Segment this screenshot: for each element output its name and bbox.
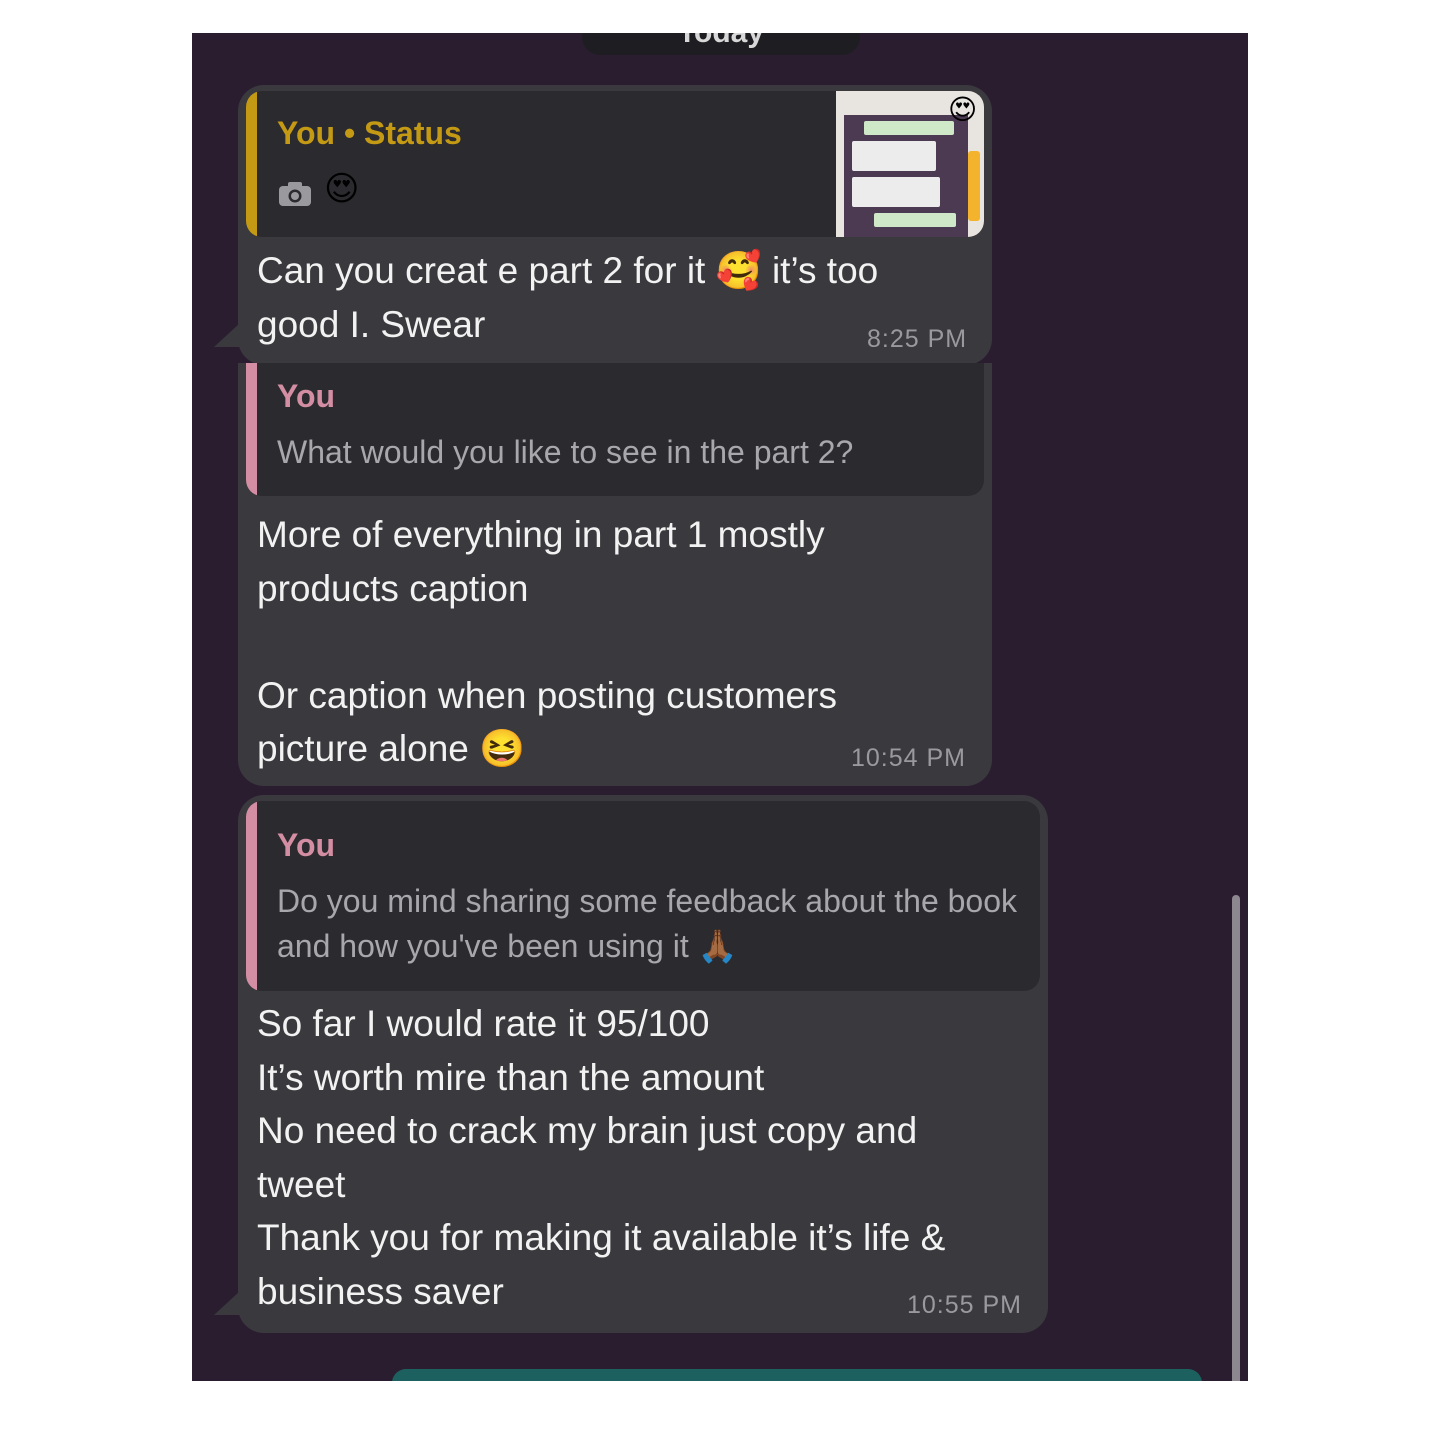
- quote-author: You: [277, 827, 336, 863]
- message-line: More of everything in part 1 mostly: [257, 514, 825, 555]
- message-line: Or caption when posting customers: [257, 675, 837, 716]
- quote-accent-bar: [246, 91, 257, 237]
- chat-view[interactable]: Today You • Status 😍: [192, 33, 1248, 1381]
- message-bubble[interactable]: You Do you mind sharing some feedback ab…: [238, 795, 1048, 1333]
- quoted-message[interactable]: You Do you mind sharing some feedback ab…: [246, 801, 1040, 991]
- quote-author: You: [277, 378, 336, 414]
- quote-author: You • Status: [277, 115, 462, 151]
- bubble-tail: [214, 1291, 240, 1315]
- thumbnail-screen: [844, 115, 968, 237]
- date-separator: Today: [582, 33, 860, 55]
- message-line: products caption: [257, 568, 529, 609]
- message-time: 8:25 PM: [867, 325, 968, 353]
- message-line: No need to crack my brain just copy and: [257, 1110, 918, 1151]
- bubble-tail: [214, 323, 240, 347]
- quote-accent-bar: [246, 801, 257, 991]
- quoted-status[interactable]: You • Status 😍 😍: [246, 91, 984, 237]
- next-message-bubble[interactable]: [392, 1369, 1202, 1381]
- message-line: tweet: [257, 1164, 346, 1205]
- message-line: picture alone 😆: [257, 728, 526, 769]
- message-line: So far I would rate it 95/100: [257, 1003, 710, 1044]
- camera-icon: [278, 181, 312, 207]
- quote-text: Do you mind sharing some feedback about …: [277, 883, 1018, 964]
- message-time: 10:55 PM: [907, 1291, 1023, 1319]
- thumbnail-emoji: 😍: [948, 93, 978, 126]
- message-line: Thank you for making it available it’s l…: [257, 1217, 946, 1258]
- message-time: 10:54 PM: [851, 744, 967, 772]
- message-line: It’s worth mire than the amount: [257, 1057, 765, 1098]
- message-bubble[interactable]: You What would you like to see in the pa…: [238, 363, 992, 786]
- heart-eyes-emoji: 😍: [324, 169, 360, 209]
- scrollbar[interactable]: [1232, 895, 1240, 1381]
- message-bubble[interactable]: You • Status 😍 😍 Can you creat e part 2 …: [238, 85, 992, 365]
- message-line: business saver: [257, 1271, 504, 1312]
- quote-text: What would you like to see in the part 2…: [277, 434, 854, 470]
- quoted-message[interactable]: You What would you like to see in the pa…: [246, 363, 984, 496]
- quote-accent-bar: [246, 363, 257, 496]
- status-thumbnail[interactable]: 😍: [836, 91, 984, 237]
- message-text: Can you creat e part 2 for it 🥰 it’s too…: [257, 250, 889, 345]
